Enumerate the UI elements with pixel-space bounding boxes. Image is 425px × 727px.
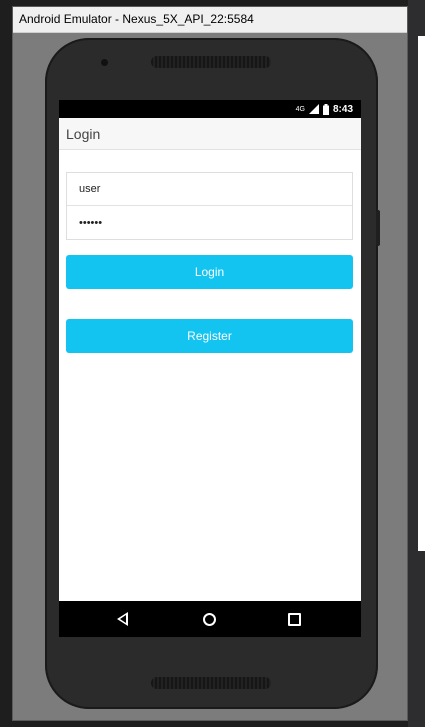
battery-icon (322, 103, 329, 115)
back-icon-inner (120, 615, 126, 623)
background-editor-left (0, 0, 12, 727)
register-button[interactable]: Register (66, 319, 353, 353)
password-field[interactable]: •••••• (67, 207, 352, 240)
page-title: Login (66, 126, 101, 142)
window-title: Android Emulator - Nexus_5X_API_22:5584 (19, 12, 254, 26)
emulator-titlebar[interactable]: Android Emulator - Nexus_5X_API_22:5584 (13, 7, 407, 33)
login-button[interactable]: Login (66, 255, 353, 289)
recents-icon[interactable] (288, 613, 301, 626)
camera-icon (101, 59, 108, 66)
login-form: user •••••• (66, 172, 353, 240)
home-icon[interactable] (203, 613, 216, 626)
network-type: 4G (295, 105, 305, 113)
bottom-speaker (151, 677, 271, 689)
background-panel (418, 36, 425, 551)
status-time: 8:43 (332, 103, 353, 115)
status-bar: 4G 8:43 (59, 100, 361, 118)
phone-screen: 4G 8:43 Login user •••••• Login Register (59, 100, 361, 637)
signal-icon (308, 104, 319, 114)
app-bar: Login (59, 118, 361, 150)
phone-side-button[interactable] (376, 210, 380, 246)
status-icons: 4G 8:43 (296, 103, 353, 115)
system-nav-bar (59, 601, 361, 637)
top-speaker (151, 56, 271, 68)
username-field[interactable]: user (67, 173, 352, 206)
